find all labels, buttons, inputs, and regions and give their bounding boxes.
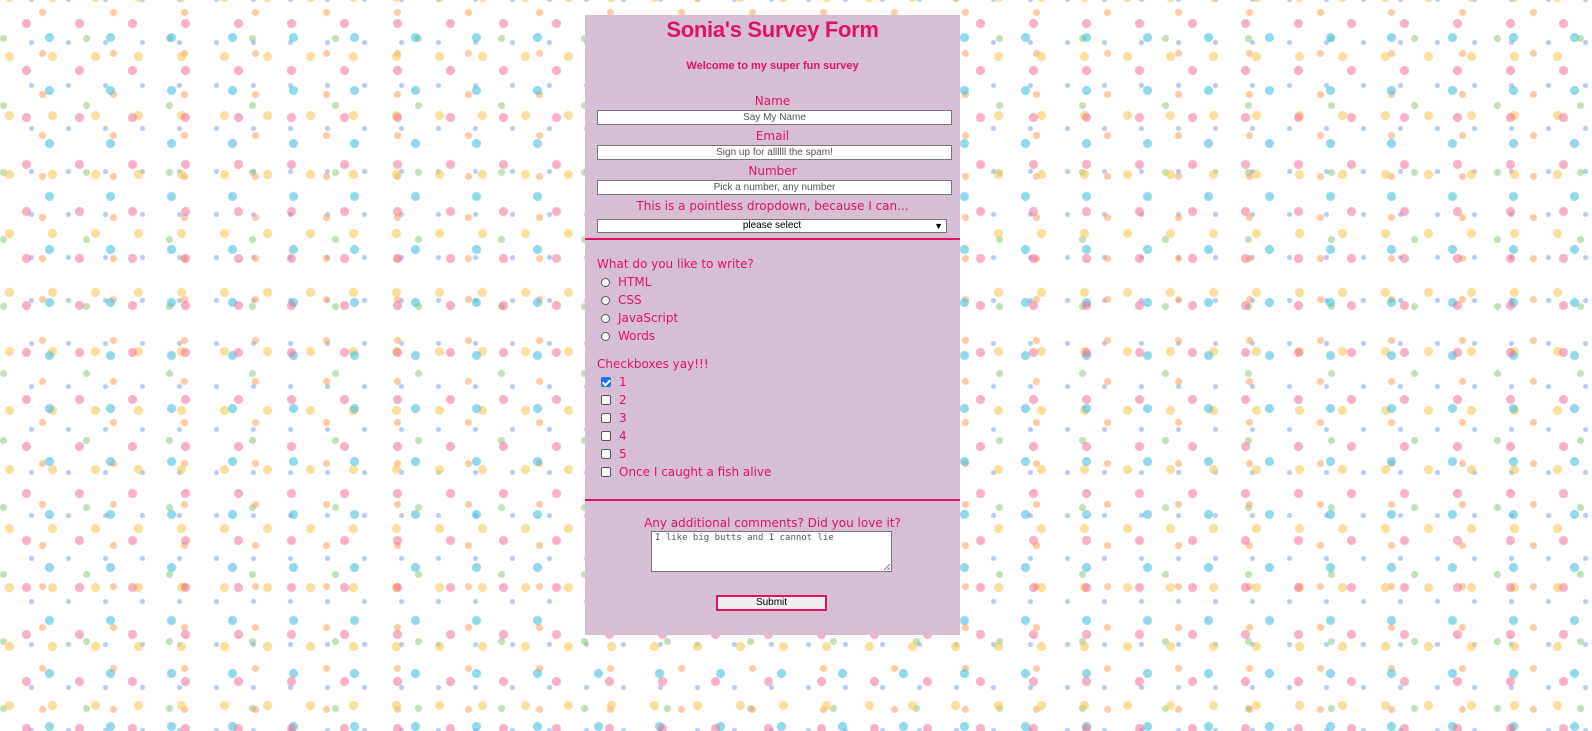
- checkbox-group-heading: Checkboxes yay!!!: [597, 357, 709, 371]
- checkbox[interactable]: [601, 467, 611, 477]
- checkbox-option[interactable]: 5: [601, 446, 627, 462]
- resize-handle-icon[interactable]: [884, 564, 890, 570]
- name-label: Name: [754, 94, 791, 108]
- number-label: Number: [748, 164, 797, 178]
- radio-option[interactable]: JavaScript: [601, 310, 678, 326]
- checkbox-option[interactable]: Once I caught a fish alive: [601, 464, 771, 480]
- chevron-down-icon: ▼: [934, 221, 943, 231]
- checkbox[interactable]: [601, 395, 611, 405]
- comments-label: Any additional comments? Did you love it…: [644, 516, 901, 530]
- radio-option-label: JavaScript: [618, 311, 679, 325]
- checkbox-option[interactable]: 1: [601, 374, 627, 390]
- number-input[interactable]: [597, 180, 952, 195]
- checkbox-option-label: 1: [619, 375, 627, 389]
- form-subtitle: Welcome to my super fun survey: [686, 60, 859, 72]
- checkbox-option-label: 3: [619, 411, 627, 425]
- radio-button[interactable]: [601, 313, 610, 323]
- radio-option-label: Words: [618, 329, 656, 343]
- radio-option-label: HTML: [618, 275, 652, 289]
- radio-option[interactable]: HTML: [601, 274, 651, 290]
- checkbox-option-label: 5: [619, 447, 627, 461]
- email-label: Email: [755, 129, 790, 143]
- email-input[interactable]: [597, 145, 952, 160]
- checkbox-option[interactable]: 4: [601, 428, 627, 444]
- pointless-dropdown[interactable]: please select ▼: [597, 219, 947, 233]
- survey-form: Sonia's Survey Form Welcome to my super …: [585, 15, 960, 635]
- checkbox[interactable]: [601, 449, 611, 459]
- checkbox[interactable]: [601, 377, 611, 387]
- checkbox-option[interactable]: 2: [601, 392, 627, 408]
- radio-button[interactable]: [601, 331, 610, 341]
- checkbox-option-label: 4: [619, 429, 627, 443]
- submit-button[interactable]: Submit: [716, 595, 827, 611]
- checkbox-option[interactable]: 3: [601, 410, 627, 426]
- radio-button[interactable]: [601, 295, 610, 305]
- dropdown-label: This is a pointless dropdown, because I …: [636, 199, 909, 213]
- checkbox[interactable]: [601, 431, 611, 441]
- radio-option-label: CSS: [618, 293, 642, 307]
- page-background: { "form": { "title": "Sonia's Survey For…: [0, 0, 1592, 731]
- radio-group-heading: What do you like to write?: [597, 257, 754, 271]
- comments-textarea[interactable]: I like big butts and I cannot lie: [651, 531, 892, 572]
- dropdown-selected-value: please select: [742, 220, 802, 231]
- radio-option[interactable]: Words: [601, 328, 655, 344]
- form-title: Sonia's Survey Form: [666, 17, 879, 42]
- checkbox[interactable]: [601, 413, 611, 423]
- section-divider: [585, 499, 960, 501]
- radio-option[interactable]: CSS: [601, 292, 642, 308]
- section-divider: [585, 238, 960, 240]
- checkbox-option-label: Once I caught a fish alive: [619, 465, 772, 479]
- name-input[interactable]: [597, 110, 952, 125]
- radio-button[interactable]: [601, 277, 610, 287]
- checkbox-option-label: 2: [619, 393, 627, 407]
- comments-text: I like big butts and I cannot lie: [655, 533, 834, 543]
